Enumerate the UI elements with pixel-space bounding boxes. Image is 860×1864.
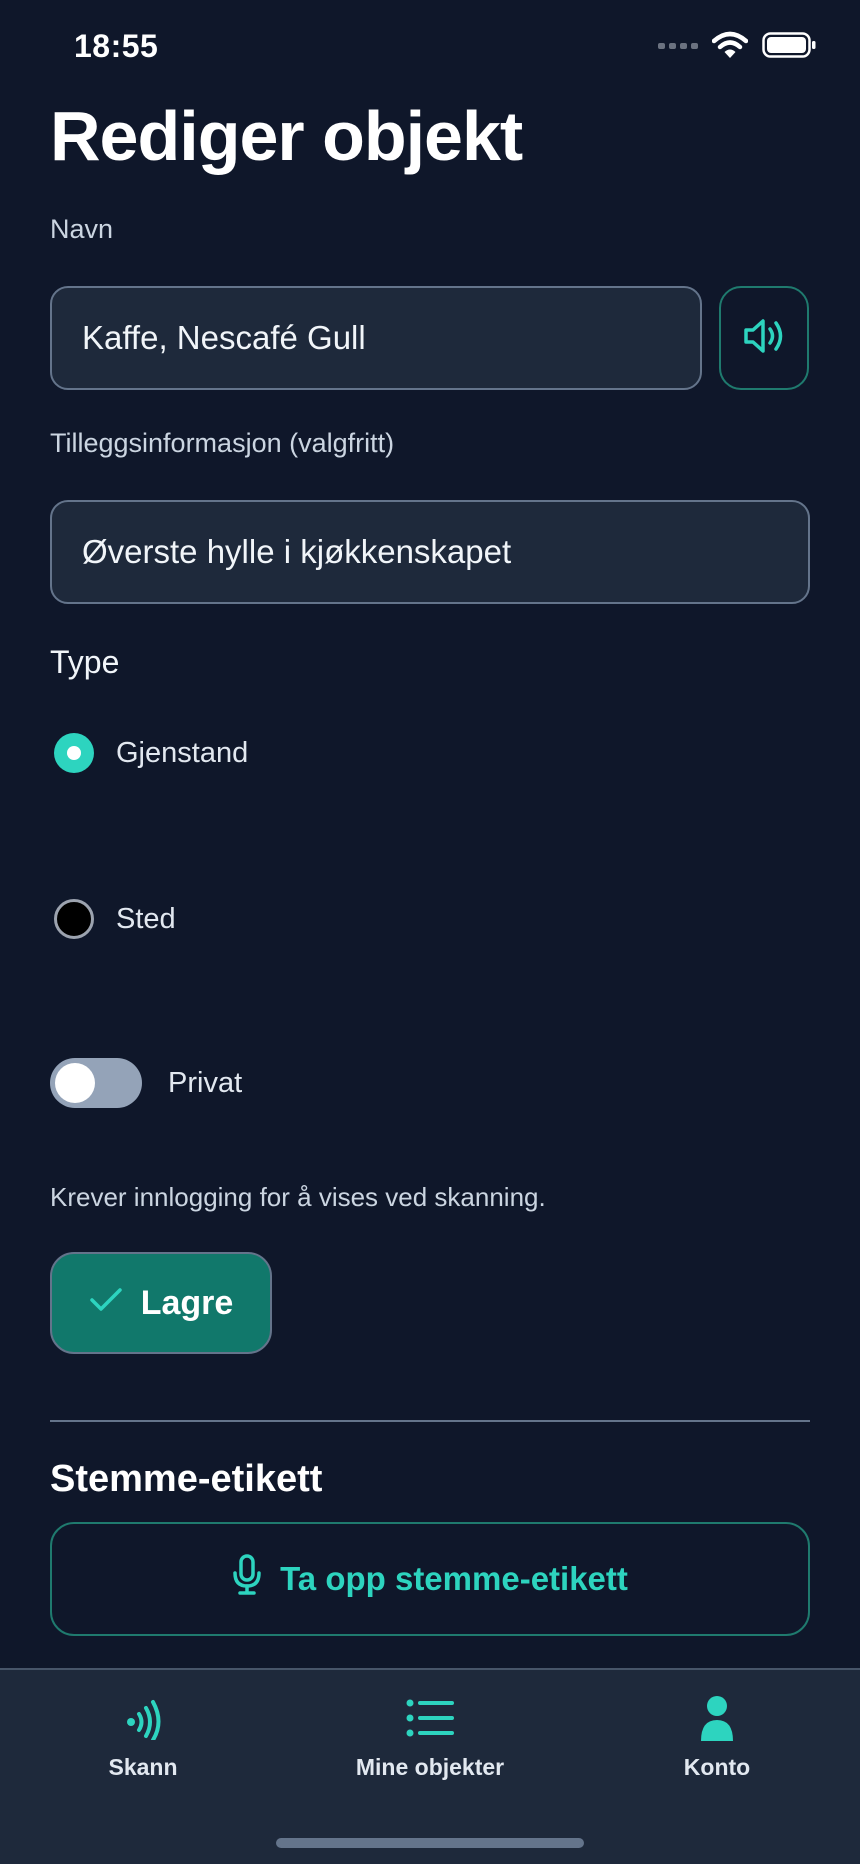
list-icon xyxy=(406,1692,454,1744)
name-label: Navn xyxy=(50,214,114,244)
type-option-label: Sted xyxy=(116,902,176,935)
info-input[interactable]: Øverste hylle i kjøkkenskapet xyxy=(50,500,810,604)
tab-konto[interactable]: Konto xyxy=(597,1692,837,1792)
private-toggle-row: Privat xyxy=(50,1058,242,1108)
wifi-icon xyxy=(711,31,749,64)
private-toggle-label: Privat xyxy=(168,1066,243,1099)
person-icon xyxy=(699,1692,735,1744)
voice-section-title: Stemme-etikett xyxy=(50,1458,323,1500)
home-indicator xyxy=(276,1838,584,1848)
page-title: Rediger objekt xyxy=(50,97,523,175)
battery-icon xyxy=(762,31,816,63)
tab-bar: Skann Mine objekter Konto xyxy=(0,1668,860,1864)
scan-icon xyxy=(123,1692,163,1744)
status-time: 18:55 xyxy=(74,28,159,64)
tab-mine-objekter[interactable]: Mine objekter xyxy=(310,1692,550,1792)
type-option-gjenstand[interactable]: Gjenstand xyxy=(54,733,248,773)
record-voice-button[interactable]: Ta opp stemme-etikett xyxy=(50,1522,810,1636)
checkmark-icon xyxy=(89,1284,123,1323)
radio-unselected[interactable] xyxy=(54,899,94,939)
record-button-label: Ta opp stemme-etikett xyxy=(280,1560,628,1597)
radio-selected[interactable] xyxy=(54,733,94,773)
type-option-sted[interactable]: Sted xyxy=(54,899,176,939)
login-hint: Krever innlogging for å vises ved skanni… xyxy=(50,1182,546,1212)
microphone-icon xyxy=(232,1554,262,1604)
name-input[interactable]: Kaffe, Nescafé Gull xyxy=(50,286,702,390)
tab-label: Konto xyxy=(683,1754,751,1780)
type-heading: Type xyxy=(50,644,120,680)
tab-label: Skann xyxy=(108,1754,178,1780)
type-option-label: Gjenstand xyxy=(116,736,249,769)
tab-label: Mine objekter xyxy=(355,1754,505,1780)
save-button-label: Lagre xyxy=(140,1283,234,1322)
speaker-icon xyxy=(742,316,786,361)
private-toggle[interactable] xyxy=(50,1058,142,1108)
divider xyxy=(50,1420,810,1422)
tab-skann[interactable]: Skann xyxy=(23,1692,263,1792)
speak-name-button[interactable] xyxy=(719,286,809,390)
toggle-knob xyxy=(55,1063,95,1103)
save-button[interactable]: Lagre xyxy=(50,1252,272,1354)
status-icons xyxy=(658,30,816,64)
signal-icon xyxy=(658,38,698,56)
status-bar: 18:55 xyxy=(0,0,860,92)
info-label: Tilleggsinformasjon (valgfritt) xyxy=(50,428,395,458)
